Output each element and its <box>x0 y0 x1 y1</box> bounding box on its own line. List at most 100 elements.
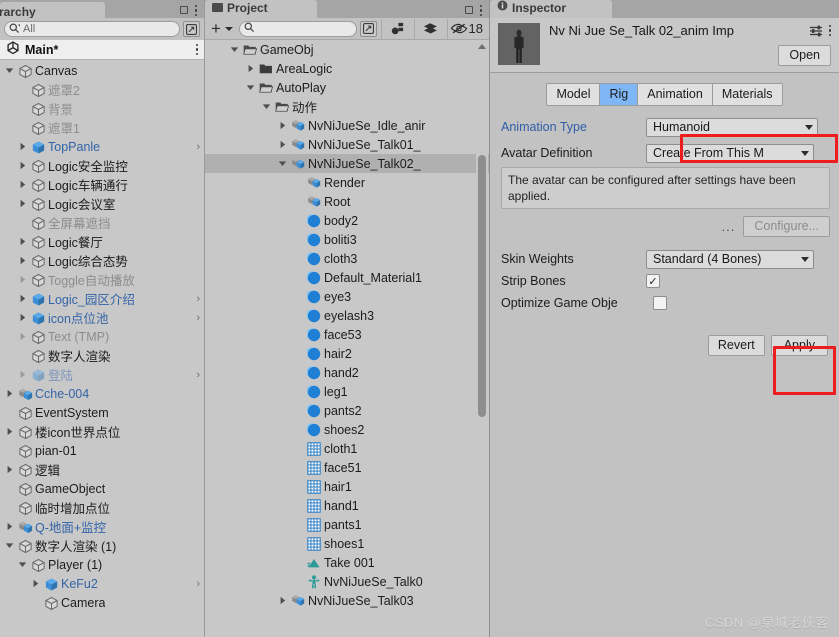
importer-tab-rig[interactable]: Rig <box>600 84 639 105</box>
hierarchy-item[interactable]: TopPanle › <box>0 137 204 156</box>
project-item[interactable]: AreaLogic <box>205 59 489 78</box>
maximize-icon[interactable] <box>179 6 188 15</box>
avatar-filter-icon[interactable] <box>384 19 412 39</box>
strip-bones-checkbox[interactable]: ✓ <box>646 274 660 288</box>
animation-type-dropdown[interactable]: Humanoid <box>646 117 818 137</box>
enter-prefab-chevron-icon[interactable]: › <box>196 293 200 305</box>
optimize-game-objects-checkbox[interactable] <box>653 296 667 310</box>
disclosure-triangle-down-icon[interactable] <box>261 102 272 111</box>
scroll-up-arrow-icon[interactable] <box>478 44 486 49</box>
label-filter-icon[interactable] <box>417 19 445 39</box>
hierarchy-item[interactable]: 数字人渲染 (1) <box>0 536 204 555</box>
hierarchy-item[interactable]: KeFu2 › <box>0 574 204 593</box>
project-item[interactable]: hair2 <box>205 344 489 363</box>
project-item[interactable]: shoes2 <box>205 420 489 439</box>
hierarchy-item[interactable]: Logic_园区介绍 › <box>0 289 204 308</box>
hierarchy-item[interactable]: 遮罩1 <box>0 118 204 137</box>
hierarchy-scene-header[interactable]: Main* <box>0 40 204 60</box>
disclosure-triangle-down-icon[interactable] <box>245 83 256 92</box>
project-item[interactable]: NvNiJueSe_Talk0 <box>205 572 489 591</box>
disclosure-triangle-right-icon[interactable] <box>17 294 28 303</box>
project-scrollbar[interactable] <box>476 40 488 637</box>
hierarchy-menu-icon[interactable] <box>194 4 197 16</box>
hierarchy-item[interactable]: Q-地面+监控 <box>0 517 204 536</box>
project-item[interactable]: pants1 <box>205 515 489 534</box>
project-item[interactable]: Root <box>205 192 489 211</box>
disclosure-triangle-right-icon[interactable] <box>277 140 288 149</box>
disclosure-triangle-right-icon[interactable] <box>17 313 28 322</box>
importer-tab-animation[interactable]: Animation <box>638 84 713 105</box>
configure-button[interactable]: Configure... <box>743 216 830 237</box>
project-item[interactable]: NvNiJueSe_Idle_anir <box>205 116 489 135</box>
hierarchy-item[interactable]: pian-01 <box>0 441 204 460</box>
disclosure-triangle-right-icon[interactable] <box>17 161 28 170</box>
project-item[interactable]: AutoPlay <box>205 78 489 97</box>
project-window-buttons[interactable] <box>458 4 489 16</box>
tab-hierarchy[interactable]: rarchy <box>0 2 105 18</box>
disclosure-triangle-down-icon[interactable] <box>4 541 15 550</box>
inspector-menu-icon[interactable] <box>828 24 831 37</box>
enter-prefab-chevron-icon[interactable]: › <box>196 369 200 381</box>
project-item[interactable]: body2 <box>205 211 489 230</box>
hierarchy-item[interactable]: Text (TMP) <box>0 327 204 346</box>
disclosure-triangle-right-icon[interactable] <box>17 256 28 265</box>
disclosure-triangle-down-icon[interactable] <box>277 159 288 168</box>
disclosure-triangle-right-icon[interactable] <box>4 522 15 531</box>
disclosure-triangle-right-icon[interactable] <box>277 596 288 605</box>
hierarchy-item[interactable]: Player (1) <box>0 555 204 574</box>
project-search-input[interactable] <box>238 20 357 37</box>
apply-button[interactable]: Apply <box>770 335 828 356</box>
hierarchy-item[interactable]: 数字人渲染 <box>0 346 204 365</box>
hierarchy-item[interactable]: 登陆 › <box>0 365 204 384</box>
hierarchy-item[interactable]: 临时增加点位 <box>0 498 204 517</box>
project-item[interactable]: NvNiJueSe_Talk03 <box>205 591 489 610</box>
project-item[interactable]: Default_Material1 <box>205 268 489 287</box>
hierarchy-item[interactable]: Logic车辆通行 <box>0 175 204 194</box>
scene-context-menu-icon[interactable] <box>195 43 198 56</box>
project-item[interactable]: Take 001 <box>205 553 489 572</box>
disclosure-triangle-right-icon[interactable] <box>17 370 28 379</box>
hierarchy-item[interactable]: 逻辑 <box>0 460 204 479</box>
project-item[interactable]: shoes1 <box>205 534 489 553</box>
disclosure-triangle-right-icon[interactable] <box>30 579 41 588</box>
project-search-expand-icon[interactable] <box>359 20 377 37</box>
maximize-icon[interactable] <box>464 6 473 15</box>
project-item[interactable]: face51 <box>205 458 489 477</box>
avatar-definition-dropdown[interactable]: Create From This M <box>646 143 814 163</box>
hierarchy-item[interactable]: 楼icon世界点位 <box>0 422 204 441</box>
hierarchy-item[interactable]: EventSystem <box>0 403 204 422</box>
project-scrollbar-thumb[interactable] <box>478 155 486 417</box>
disclosure-triangle-down-icon[interactable] <box>4 66 15 75</box>
disclosure-triangle-down-icon[interactable] <box>229 45 240 54</box>
importer-tab-materials[interactable]: Materials <box>712 84 782 105</box>
tab-inspector[interactable]: Inspector <box>490 0 612 18</box>
open-button[interactable]: Open <box>778 45 831 66</box>
project-item[interactable]: NvNiJueSe_Talk02_ <box>205 154 489 173</box>
hierarchy-item[interactable]: 背景 <box>0 99 204 118</box>
preset-icon[interactable] <box>809 24 823 38</box>
project-item[interactable]: hand1 <box>205 496 489 515</box>
project-item[interactable]: boliti3 <box>205 230 489 249</box>
disclosure-triangle-right-icon[interactable] <box>17 275 28 284</box>
project-item[interactable]: cloth1 <box>205 439 489 458</box>
project-item[interactable]: 动作 <box>205 97 489 116</box>
hierarchy-item[interactable]: Logic餐厅 <box>0 232 204 251</box>
disclosure-triangle-right-icon[interactable] <box>17 180 28 189</box>
tab-project[interactable]: Project <box>205 0 317 18</box>
enter-prefab-chevron-icon[interactable]: › <box>196 312 200 324</box>
disclosure-triangle-right-icon[interactable] <box>245 64 256 73</box>
project-item[interactable]: NvNiJueSe_Talk01_ <box>205 135 489 154</box>
hierarchy-search-input[interactable]: All <box>4 21 180 37</box>
project-item[interactable]: Render <box>205 173 489 192</box>
hierarchy-item[interactable]: Toggle自动播放 <box>0 270 204 289</box>
disclosure-triangle-right-icon[interactable] <box>4 465 15 474</box>
project-item[interactable]: face53 <box>205 325 489 344</box>
project-item[interactable]: GameObj <box>205 40 489 59</box>
hierarchy-item[interactable]: icon点位池 › <box>0 308 204 327</box>
hierarchy-item[interactable]: Canvas <box>0 61 204 80</box>
disclosure-triangle-right-icon[interactable] <box>17 332 28 341</box>
enter-prefab-chevron-icon[interactable]: › <box>196 141 200 153</box>
project-item[interactable]: eyelash3 <box>205 306 489 325</box>
disclosure-triangle-right-icon[interactable] <box>277 121 288 130</box>
hierarchy-tree[interactable]: Canvas 遮罩2 背景 遮罩1 TopPanle › Logic安全监控 Logic车辆通… <box>0 60 204 637</box>
